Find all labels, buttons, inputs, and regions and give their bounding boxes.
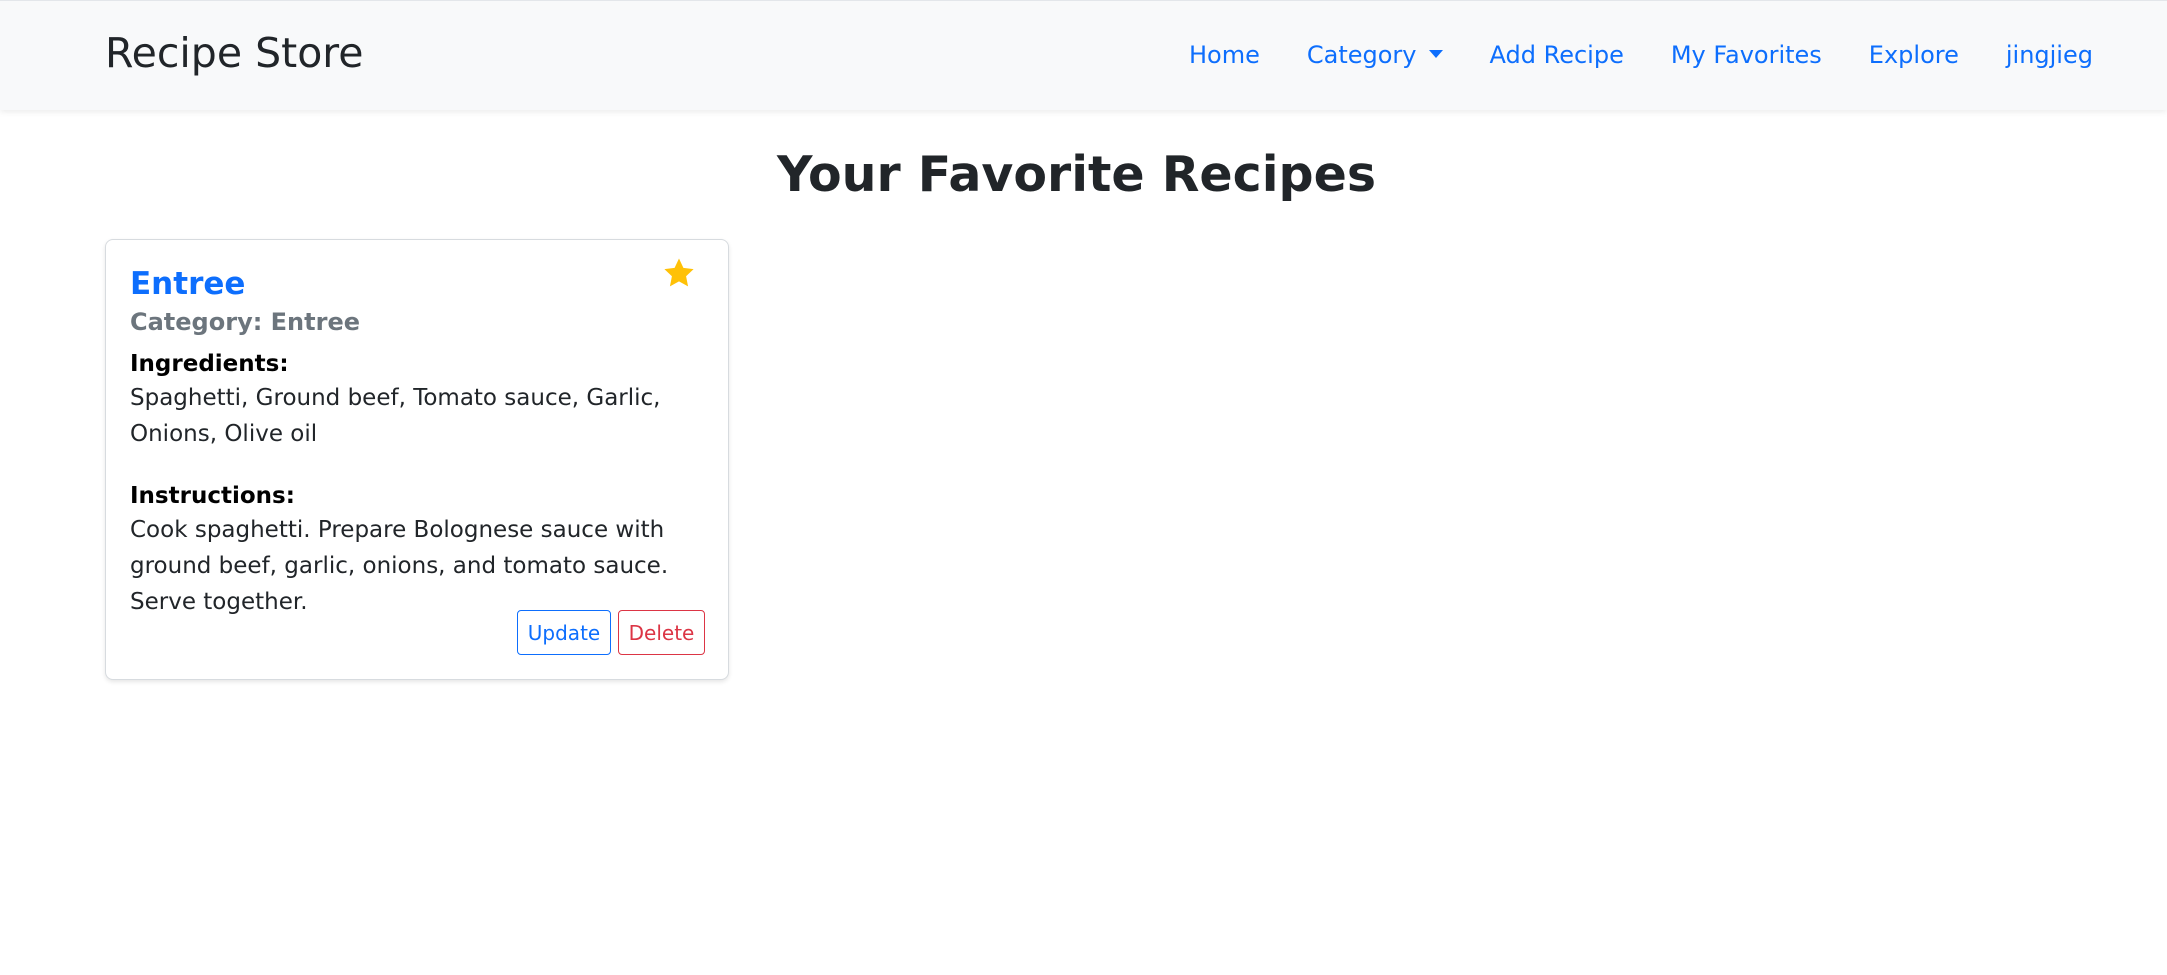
nav-home[interactable]: Home — [1189, 41, 1260, 69]
ingredients-label: Ingredients: — [130, 351, 289, 377]
caret-down-icon — [1428, 50, 1443, 58]
update-button[interactable]: Update — [517, 610, 611, 655]
page-title: Your Favorite Recipes — [777, 146, 1376, 203]
brand-link[interactable]: Recipe Store — [105, 29, 363, 77]
recipe-category: Category: Entree — [130, 308, 361, 336]
nav-my-favorites[interactable]: My Favorites — [1671, 41, 1822, 69]
recipe-title-link[interactable]: Entree — [130, 266, 245, 302]
instructions-text: Cook spaghetti. Prepare Bolognese sauce … — [130, 517, 669, 615]
nav-user[interactable]: jingjieg — [2006, 41, 2093, 69]
delete-button[interactable]: Delete — [618, 610, 705, 655]
nav-category-dropdown[interactable]: Category — [1307, 41, 1443, 69]
nav-explore[interactable]: Explore — [1869, 41, 1959, 69]
nav-menu: Home Category Add Recipe My Favorites Ex… — [1189, 41, 2093, 69]
nav-category-label: Category — [1306, 41, 1417, 69]
instructions-label: Instructions: — [130, 483, 295, 509]
top-navbar: Recipe Store Home Category Add Recipe My… — [0, 0, 2167, 110]
ingredients-text: Spaghetti, Ground beef, Tomato sauce, Ga… — [130, 385, 661, 447]
nav-add-recipe[interactable]: Add Recipe — [1490, 41, 1624, 69]
recipe-card: Entree Category: Entree Ingredients: Spa… — [105, 239, 729, 680]
star-icon[interactable] — [662, 256, 696, 290]
